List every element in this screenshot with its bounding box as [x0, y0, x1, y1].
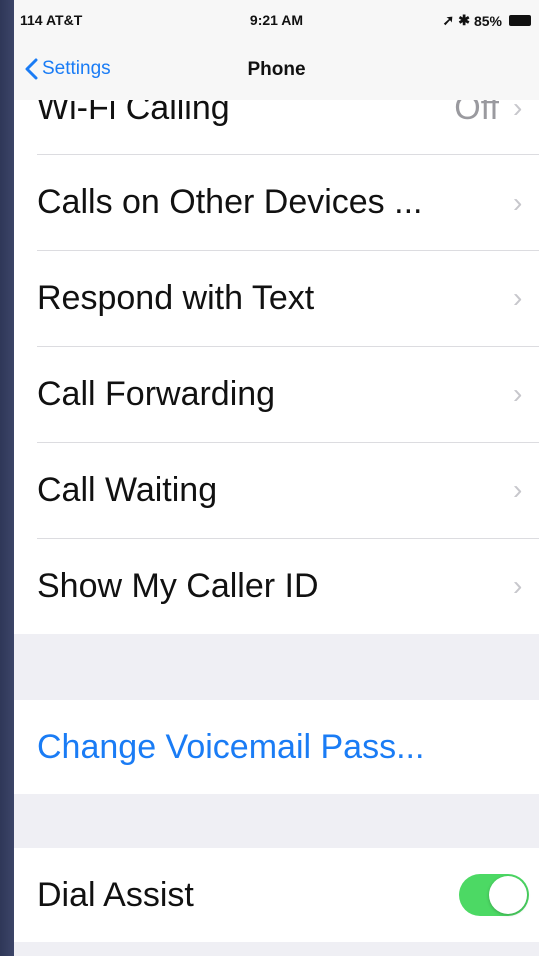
chevron-right-icon: ›: [513, 186, 523, 218]
dial-assist-toggle[interactable]: [459, 874, 529, 916]
list-group-dial-assist: Dial Assist: [14, 848, 539, 942]
list-item-label: Change Voicemail Pass...: [37, 727, 425, 766]
location-icon: ➚: [442, 12, 455, 28]
toggle-knob: [489, 876, 527, 914]
list-item-wifi-calling[interactable]: Wi-Fi Calling Off ›: [14, 100, 539, 156]
list-item-show-caller-id[interactable]: Show My Caller ID ›: [14, 538, 539, 634]
list-item-label: Call Waiting: [37, 470, 218, 509]
chevron-right-icon: ›: [513, 570, 523, 601]
chevron-right-icon: ›: [513, 378, 523, 409]
list-item-label: Dial Assist: [37, 875, 194, 914]
change-voicemail-password-button[interactable]: Change Voicemail Pass...: [14, 700, 539, 794]
list-item-label: Show My Caller ID: [37, 566, 319, 605]
list-item-label: Wi-Fi Calling: [37, 100, 230, 127]
list-item-label: Respond with Text: [37, 278, 315, 317]
list-item-call-waiting[interactable]: Call Waiting ›: [14, 442, 539, 538]
battery-percent: 85%: [473, 12, 502, 29]
status-icons: ➚ ✱ 85%: [442, 12, 531, 29]
settings-screen: 114 AT&T 9:21 AM ➚ ✱ 85% Settings Phone …: [14, 0, 539, 956]
chevron-right-icon: ›: [513, 474, 523, 505]
navigation-bar: Settings Phone: [14, 40, 539, 100]
list-item-call-forwarding[interactable]: Call Forwarding ›: [14, 346, 539, 442]
list-item-label: Call Forwarding: [37, 374, 276, 413]
list-item-dial-assist: Dial Assist: [14, 848, 539, 942]
status-bar: 114 AT&T 9:21 AM ➚ ✱ 85%: [14, 0, 539, 40]
list-item-calls-other-devices[interactable]: Calls on Other Devices ... ›: [37, 154, 539, 250]
list-item-value: Off: [454, 100, 499, 127]
page-title: Phone: [247, 59, 306, 80]
chevron-right-icon: ›: [513, 100, 523, 123]
list-item-label: Calls on Other Devices ...: [37, 183, 423, 221]
list-group-calls-top: Wi-Fi Calling Off ›: [14, 100, 539, 156]
battery-icon: [509, 15, 531, 26]
list-item-respond-with-text[interactable]: Respond with Text ›: [14, 250, 539, 346]
list-group-calls: Calls on Other Devices ... › Respond wit…: [14, 154, 539, 634]
bluetooth-icon: ✱: [458, 12, 470, 28]
list-group-voicemail: Change Voicemail Pass...: [14, 700, 539, 794]
chevron-right-icon: ›: [513, 282, 523, 313]
